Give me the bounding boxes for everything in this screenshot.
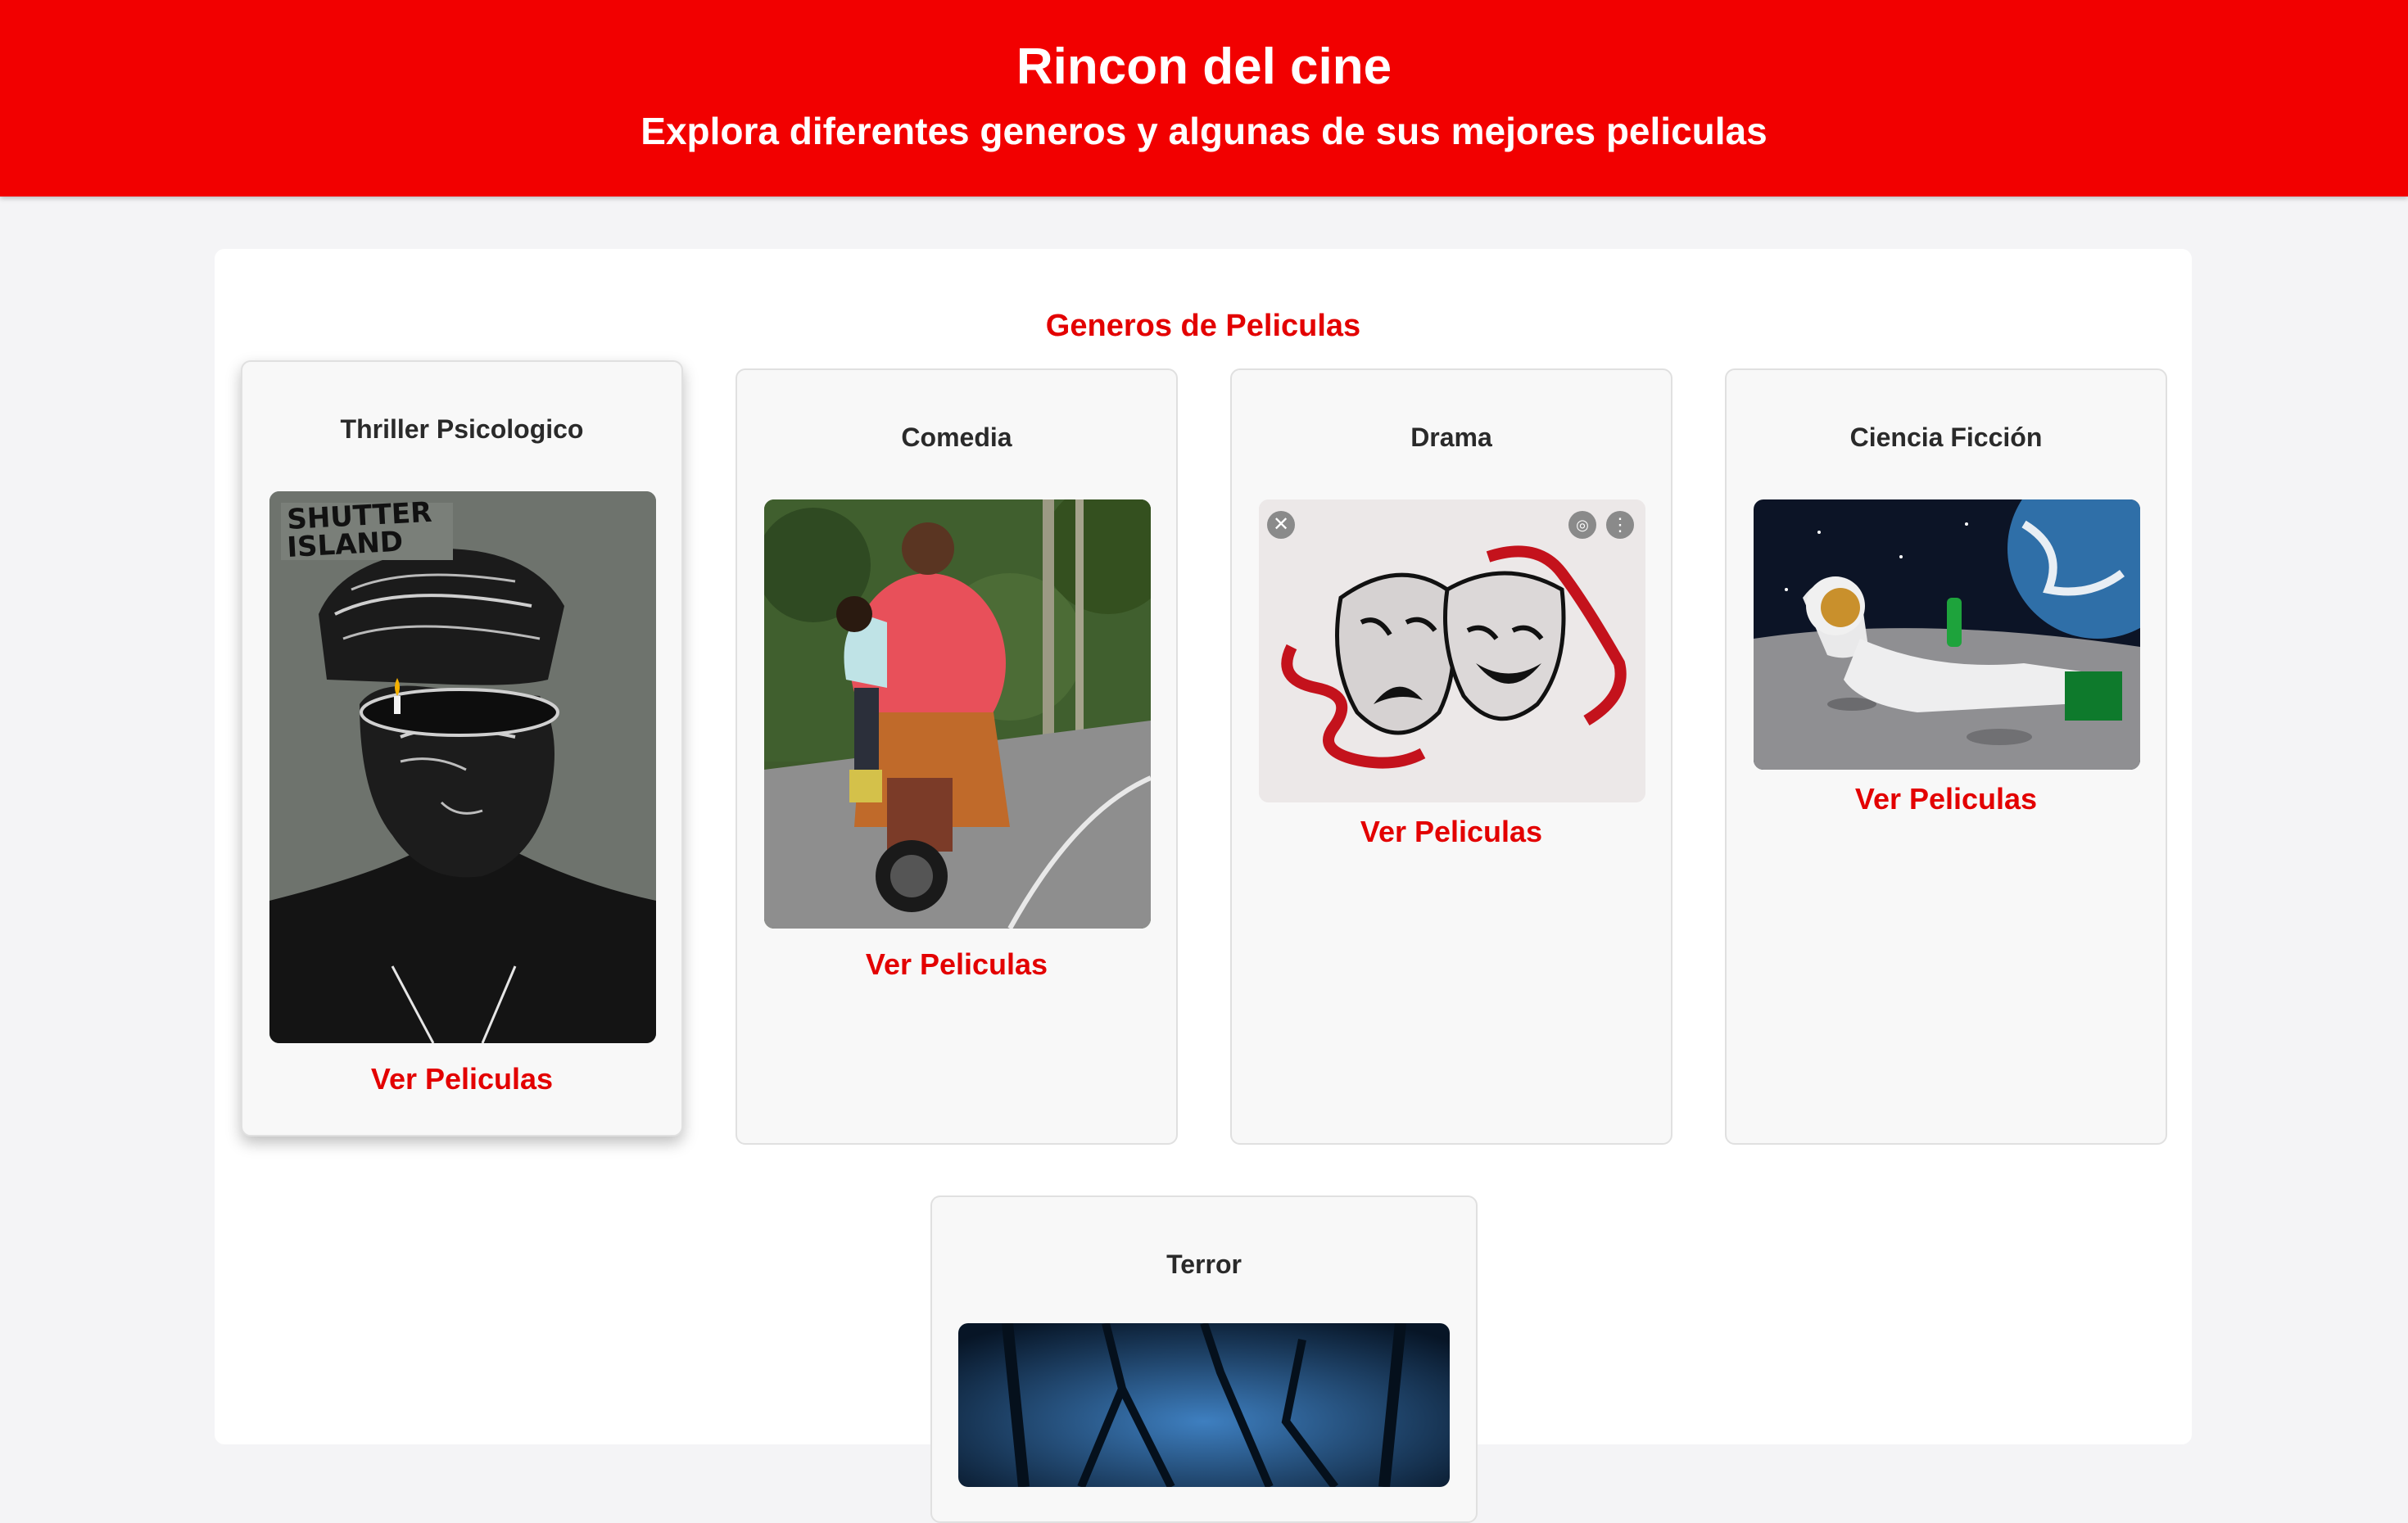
genre-card-title: Terror (1166, 1250, 1242, 1279)
genre-card-comedia[interactable]: Comedia Ver Peliculas (736, 368, 1178, 1145)
dark-forest-photo (958, 1323, 1450, 1487)
scan-icon[interactable]: ◎ (1568, 511, 1596, 539)
ver-peliculas-link[interactable]: Ver Peliculas (737, 945, 1176, 984)
genre-card-thriller[interactable]: Thriller Psicologico SHUTTER ISLAND Ver … (241, 360, 683, 1137)
genre-card-terror[interactable]: Terror (930, 1195, 1478, 1523)
ver-peliculas-link[interactable]: Ver Peliculas (1232, 812, 1671, 852)
site-subtitle: Explora diferentes generos y algunas de … (640, 110, 1768, 152)
close-icon[interactable]: ✕ (1267, 511, 1295, 539)
ver-peliculas-link[interactable]: Ver Peliculas (242, 1060, 681, 1099)
more-options-icon[interactable]: ⋮ (1606, 511, 1634, 539)
motorcycle-photo (764, 499, 1151, 929)
genre-card-title: Drama (1410, 423, 1492, 452)
site-header: Rincon del cine Explora diferentes gener… (0, 0, 2408, 197)
genre-card-title: Ciencia Ficción (1849, 423, 2043, 452)
section-title: Generos de Peliculas (1045, 309, 1361, 343)
main-content: Generos de Peliculas Thriller Psicologic… (215, 249, 2192, 1523)
astronaut-moon-photo (1754, 499, 2140, 770)
genre-card-title: Thriller Psicologico (340, 414, 584, 444)
genre-card-drama[interactable]: Drama ✕ ◎ ⋮ Ver Peliculas (1230, 368, 1672, 1145)
genre-card-ciencia-ficcion[interactable]: Ciencia Ficción Ver Peliculas (1725, 368, 2167, 1145)
ver-peliculas-link[interactable]: Ver Peliculas (1727, 780, 2166, 819)
theater-masks-icon: ✕ ◎ ⋮ (1259, 499, 1645, 802)
site-title: Rincon del cine (1016, 38, 1392, 95)
shutter-island-poster: SHUTTER ISLAND (269, 491, 656, 1043)
poster-text-line2: ISLAND (286, 526, 404, 564)
genre-card-title: Comedia (901, 423, 1012, 452)
